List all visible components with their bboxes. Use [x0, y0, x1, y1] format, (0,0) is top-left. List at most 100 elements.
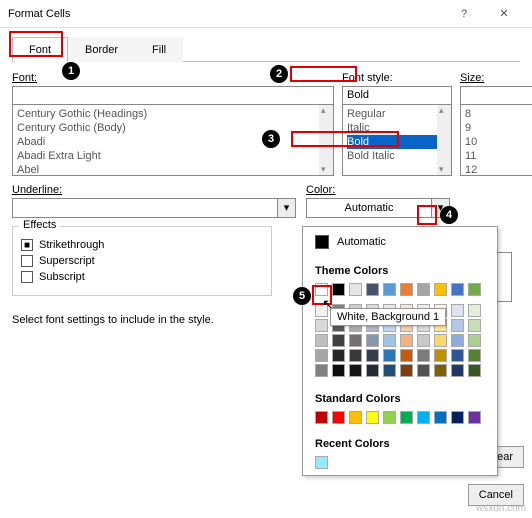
font-listbox[interactable]: Century Gothic (Headings)Century Gothic … — [12, 86, 334, 176]
color-swatch[interactable] — [451, 304, 464, 317]
size-listbox[interactable]: 8910111214 — [460, 86, 532, 176]
color-swatch[interactable] — [366, 349, 379, 362]
watermark: wsxdn.com — [476, 503, 526, 514]
color-swatch[interactable] — [417, 349, 430, 362]
scrollbar[interactable] — [319, 105, 333, 175]
color-swatch[interactable] — [315, 319, 328, 332]
color-dropdown: Automatic Theme Colors Standard Colors R… — [302, 226, 498, 476]
color-swatch[interactable] — [383, 349, 396, 362]
color-swatch[interactable] — [366, 411, 379, 424]
strikethrough-checkbox[interactable]: ■ Strikethrough — [21, 239, 263, 251]
color-swatch[interactable] — [332, 411, 345, 424]
checkbox-icon — [21, 271, 33, 283]
color-swatch[interactable] — [468, 349, 481, 362]
tab-strip: Font Border Fill — [12, 36, 520, 62]
color-swatch[interactable] — [417, 364, 430, 377]
color-swatch[interactable] — [468, 334, 481, 347]
style-label: Font style: — [342, 72, 452, 84]
tab-border[interactable]: Border — [68, 37, 135, 62]
color-swatch[interactable] — [434, 411, 447, 424]
color-swatch[interactable] — [332, 349, 345, 362]
color-swatch[interactable] — [400, 411, 413, 424]
color-swatch[interactable] — [451, 364, 464, 377]
underline-combo[interactable]: ▾ — [12, 198, 296, 218]
list-item[interactable]: 8 — [465, 107, 532, 121]
superscript-checkbox[interactable]: Superscript — [21, 255, 263, 267]
color-swatch[interactable] — [332, 283, 345, 296]
list-item[interactable]: Bold Italic — [347, 149, 447, 163]
color-swatch[interactable] — [451, 283, 464, 296]
color-swatch[interactable] — [451, 411, 464, 424]
color-swatch[interactable] — [434, 334, 447, 347]
color-swatch[interactable] — [366, 364, 379, 377]
color-swatch[interactable] — [400, 334, 413, 347]
color-swatch[interactable] — [366, 283, 379, 296]
color-swatch[interactable] — [400, 349, 413, 362]
color-swatch[interactable] — [332, 334, 345, 347]
color-swatch[interactable] — [349, 364, 362, 377]
subscript-checkbox[interactable]: Subscript — [21, 271, 263, 283]
color-swatch[interactable] — [468, 364, 481, 377]
theme-colors-header: Theme Colors — [303, 257, 497, 281]
color-swatch[interactable] — [349, 411, 362, 424]
color-swatch[interactable] — [332, 364, 345, 377]
list-item[interactable]: 11 — [465, 149, 532, 163]
color-swatch[interactable] — [468, 304, 481, 317]
color-swatch[interactable] — [451, 349, 464, 362]
close-icon[interactable]: ✕ — [484, 7, 524, 20]
color-swatch[interactable] — [383, 411, 396, 424]
color-combo[interactable]: Automatic ▾ — [306, 198, 450, 218]
list-item[interactable]: 12 — [465, 163, 532, 176]
color-swatch[interactable] — [434, 283, 447, 296]
help-icon[interactable]: ? — [444, 8, 484, 20]
list-item[interactable]: Regular — [347, 107, 447, 121]
list-item[interactable]: Century Gothic (Headings) — [17, 107, 329, 121]
list-item[interactable]: Italic — [347, 121, 447, 135]
list-item[interactable]: 10 — [465, 135, 532, 149]
color-swatch[interactable] — [315, 411, 328, 424]
color-swatch[interactable] — [468, 283, 481, 296]
list-item[interactable]: 9 — [465, 121, 532, 135]
color-swatch[interactable] — [383, 364, 396, 377]
tab-font[interactable]: Font — [12, 37, 68, 62]
list-item[interactable]: Abadi — [17, 135, 329, 149]
color-swatch[interactable] — [349, 283, 362, 296]
color-swatch[interactable] — [451, 334, 464, 347]
effects-group: Effects ■ Strikethrough Superscript Subs… — [12, 226, 272, 296]
color-swatch[interactable] — [417, 411, 430, 424]
color-swatch[interactable] — [400, 283, 413, 296]
list-item[interactable]: Abadi Extra Light — [17, 149, 329, 163]
color-swatch[interactable] — [383, 334, 396, 347]
color-swatch[interactable] — [451, 319, 464, 332]
scrollbar[interactable] — [437, 105, 451, 175]
recent-colors-header: Recent Colors — [303, 430, 497, 454]
color-swatch[interactable] — [315, 349, 328, 362]
color-swatch[interactable] — [468, 319, 481, 332]
color-swatch[interactable] — [468, 411, 481, 424]
color-swatch[interactable] — [315, 456, 328, 469]
chevron-down-icon[interactable]: ▾ — [277, 199, 295, 217]
list-item[interactable]: Abel — [17, 163, 329, 176]
color-swatch[interactable] — [315, 304, 328, 317]
color-swatch[interactable] — [315, 364, 328, 377]
list-item[interactable]: Bold — [347, 135, 447, 149]
color-swatch[interactable] — [315, 283, 328, 296]
list-item[interactable]: Century Gothic (Body) — [17, 121, 329, 135]
color-swatch[interactable] — [434, 364, 447, 377]
color-swatch[interactable] — [315, 334, 328, 347]
style-listbox[interactable]: Bold RegularItalicBoldBold Italic — [342, 86, 452, 176]
callout-badge: 4 — [440, 206, 458, 224]
color-swatch[interactable] — [383, 283, 396, 296]
color-swatch[interactable] — [417, 334, 430, 347]
tab-fill[interactable]: Fill — [135, 37, 183, 62]
color-swatch[interactable] — [366, 334, 379, 347]
automatic-option[interactable]: Automatic — [303, 227, 497, 257]
color-swatch[interactable] — [349, 349, 362, 362]
callout-badge: 3 — [262, 130, 280, 148]
color-swatch[interactable] — [434, 349, 447, 362]
color-swatch[interactable] — [417, 283, 430, 296]
standard-colors-header: Standard Colors — [303, 385, 497, 409]
title-bar: Format Cells ? ✕ — [0, 0, 532, 28]
color-swatch[interactable] — [400, 364, 413, 377]
color-swatch[interactable] — [349, 334, 362, 347]
